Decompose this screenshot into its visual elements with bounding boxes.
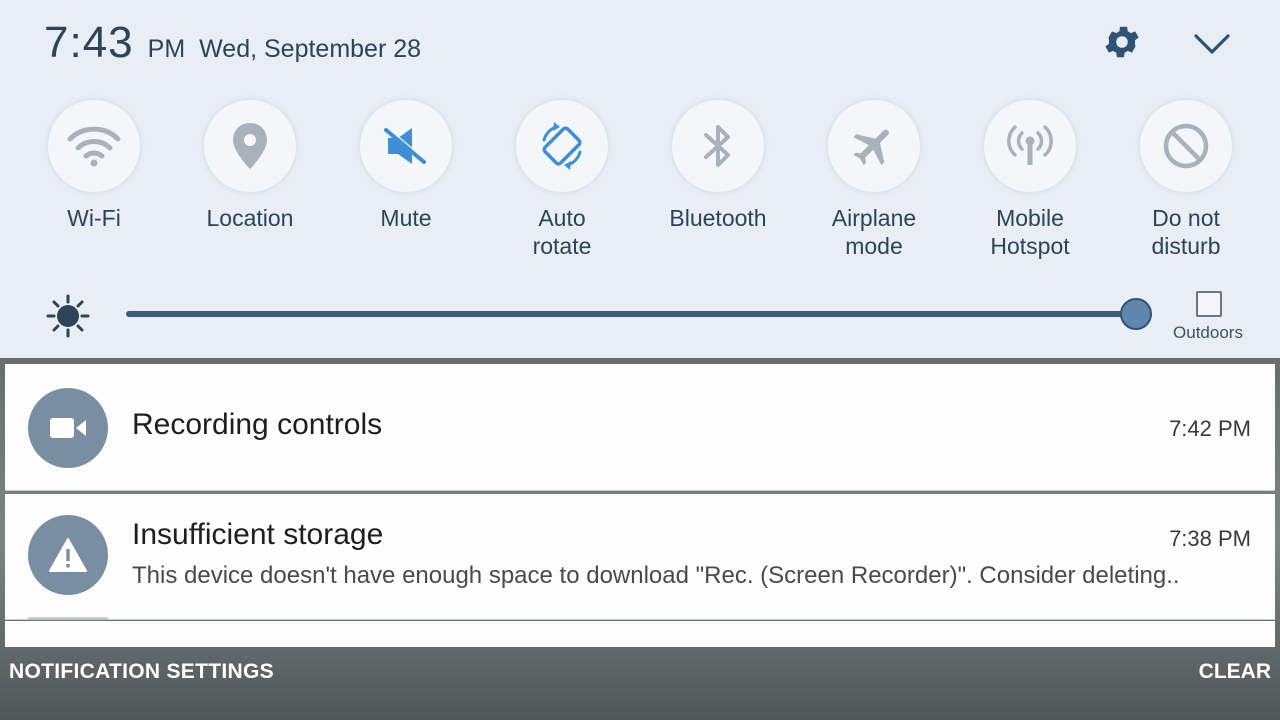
do-not-disturb-icon — [1163, 123, 1209, 169]
warning-icon — [49, 538, 87, 572]
tile-auto-rotate[interactable]: Auto rotate — [484, 100, 640, 270]
notification-title: Recording controls — [132, 408, 383, 441]
tile-bluetooth[interactable]: Bluetooth — [640, 100, 796, 270]
notification-icon — [28, 515, 108, 595]
notification-time: 7:42 PM — [1169, 416, 1251, 441]
notification-body: This device doesn't have enough space to… — [132, 562, 1180, 589]
collapse-button[interactable] — [1188, 20, 1236, 68]
wifi-icon — [67, 126, 121, 167]
tile-mute[interactable]: Mute — [328, 100, 484, 270]
tile-mute-circle[interactable] — [360, 100, 452, 192]
notification-insufficient-storage[interactable]: Insufficient storage 7:38 PM This device… — [5, 494, 1275, 620]
tile-auto-rotate-label: Auto rotate — [532, 205, 592, 259]
notification-partial[interactable] — [5, 617, 1275, 647]
tile-bluetooth-circle[interactable] — [672, 100, 764, 192]
tile-airplane-circle[interactable] — [828, 100, 920, 192]
notification-time: 7:38 PM — [1169, 526, 1251, 551]
tile-mute-label: Mute — [380, 205, 432, 231]
notification-title: Insufficient storage — [132, 518, 384, 551]
airplane-icon — [853, 129, 889, 166]
notification-icon — [28, 388, 108, 468]
brightness-slider-thumb[interactable] — [1120, 298, 1152, 330]
clock-time: 7:43 — [44, 18, 134, 67]
quick-settings-panel: 7:43 PM Wed, September 28 Wi-Fi Location… — [0, 0, 1280, 358]
tile-bluetooth-label: Bluetooth — [669, 205, 767, 231]
outdoors-label: Outdoors — [1173, 323, 1243, 342]
gear-icon — [1105, 26, 1139, 58]
tile-airplane[interactable]: Airplane mode — [796, 100, 952, 270]
auto-rotate-icon — [542, 122, 582, 170]
tile-wifi[interactable]: Wi-Fi — [16, 100, 172, 270]
clear-button[interactable]: CLEAR — [1199, 660, 1271, 684]
tile-hotspot[interactable]: Mobile Hotspot — [952, 100, 1108, 270]
tile-location-label: Location — [206, 205, 294, 231]
notification-icon-partial — [28, 617, 108, 621]
date-label[interactable]: Wed, September 28 — [199, 35, 421, 64]
chevron-down-icon — [1194, 34, 1230, 54]
tile-wifi-label: Wi-Fi — [67, 205, 121, 231]
notification-recording-controls[interactable]: Recording controls 7:42 PM — [5, 364, 1275, 491]
location-pin-icon — [233, 123, 267, 169]
tile-location[interactable]: Location — [172, 100, 328, 270]
video-camera-icon — [50, 418, 86, 438]
tile-hotspot-circle[interactable] — [984, 100, 1076, 192]
hotspot-icon — [1007, 125, 1053, 165]
mute-icon — [384, 127, 427, 164]
brightness-icon — [46, 294, 90, 338]
settings-button[interactable] — [1098, 18, 1146, 66]
tile-auto-rotate-circle[interactable] — [516, 100, 608, 192]
tile-wifi-circle[interactable] — [48, 100, 140, 192]
bluetooth-icon — [704, 125, 730, 167]
tile-do-not-disturb-label: Do not disturb — [1151, 205, 1221, 259]
tile-location-circle[interactable] — [204, 100, 296, 192]
status-row: 7:43 PM Wed, September 28 — [44, 18, 421, 68]
notification-settings-button[interactable]: NOTIFICATION SETTINGS — [9, 660, 274, 684]
tile-hotspot-label: Mobile Hotspot — [990, 205, 1070, 259]
tile-do-not-disturb[interactable]: Do not disturb — [1108, 100, 1264, 270]
outdoors-checkbox[interactable] — [1196, 291, 1222, 317]
clock-ampm: PM — [147, 35, 186, 63]
tile-do-not-disturb-circle[interactable] — [1140, 100, 1232, 192]
brightness-slider[interactable] — [126, 311, 1136, 317]
tile-airplane-label: Airplane mode — [831, 205, 917, 259]
